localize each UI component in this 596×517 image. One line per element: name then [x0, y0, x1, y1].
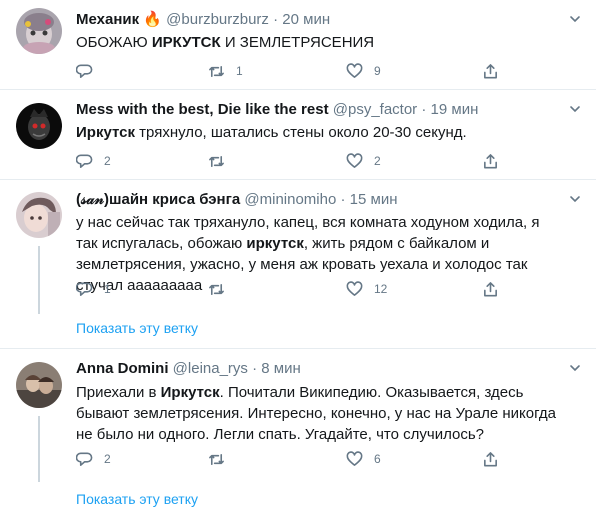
like-button[interactable]: 2: [346, 151, 381, 171]
share-button[interactable]: [482, 151, 499, 171]
like-button[interactable]: 6: [346, 449, 381, 469]
fire-emoji-icon: 🔥: [143, 11, 162, 28]
separator: ·: [340, 191, 346, 208]
avatar[interactable]: [16, 103, 62, 149]
share-icon: [484, 153, 497, 168]
reply-icon: [76, 282, 93, 296]
retweet-icon: [209, 453, 224, 465]
tweet-actions: 1 9: [76, 61, 516, 81]
avatar[interactable]: [16, 192, 62, 238]
heart-icon: [346, 62, 363, 78]
reply-button[interactable]: 2: [76, 151, 111, 171]
chevron-down-icon[interactable]: [568, 102, 582, 116]
share-icon: [484, 63, 497, 78]
tweet-text: Приехали в Иркутск. Почитали Википедию. …: [76, 382, 566, 445]
handle[interactable]: @psy_factor: [333, 101, 417, 118]
tweet[interactable]: Mess with the best, Die like the rest @p…: [0, 90, 596, 180]
timestamp[interactable]: 19 мин: [431, 101, 479, 118]
tweet-header: Механик 🔥 @burzburzburz · 20 мин: [76, 11, 330, 29]
text-run: Приехали в: [76, 384, 161, 401]
handle[interactable]: @leina_rys: [173, 360, 248, 377]
tweet-header: Anna Domini @leina_rys · 8 мин: [76, 360, 301, 378]
share-icon: [484, 451, 497, 466]
chevron-down-icon[interactable]: [568, 192, 582, 206]
retweet-button[interactable]: 1: [208, 61, 243, 81]
display-name[interactable]: Mess with the best, Die like the rest: [76, 101, 329, 118]
share-button[interactable]: [482, 279, 499, 299]
reply-icon: [76, 154, 93, 168]
tweet[interactable]: (𝓈𝒶𝓃)шайн криса бэнга @mininomiho · 15 м…: [0, 180, 596, 349]
tweet-header: Mess with the best, Die like the rest @p…: [76, 101, 478, 119]
show-thread-link[interactable]: Показать эту ветку: [76, 491, 198, 507]
show-thread-link[interactable]: Показать эту ветку: [76, 320, 198, 336]
like-count: 6: [374, 452, 381, 466]
heart-icon: [346, 280, 363, 296]
display-name[interactable]: Механик: [76, 11, 139, 28]
handle[interactable]: @burzburzburz: [166, 11, 269, 28]
reply-button[interactable]: [76, 61, 104, 81]
retweet-button[interactable]: [208, 449, 236, 469]
chevron-down-icon[interactable]: [568, 12, 582, 26]
separator: ·: [273, 11, 279, 28]
share-button[interactable]: [482, 449, 499, 469]
retweet-count: 1: [236, 64, 243, 78]
like-count: 12: [374, 282, 388, 296]
reply-icon: [76, 64, 93, 78]
tweet-actions: 2 6: [76, 449, 516, 469]
heart-icon: [346, 152, 363, 168]
like-count: 2: [374, 154, 381, 168]
chevron-down-icon[interactable]: [568, 361, 582, 375]
display-name[interactable]: (𝓈𝒶𝓃)шайн криса бэнга: [76, 191, 240, 208]
text-run: ОБОЖАЮ: [76, 34, 152, 51]
handle[interactable]: @mininomiho: [244, 191, 336, 208]
reply-count: 2: [104, 154, 111, 168]
keyword-highlight: ИРКУТСК: [151, 34, 221, 51]
tweet[interactable]: Механик 🔥 @burzburzburz · 20 мин ОБОЖАЮ …: [0, 0, 596, 90]
timestamp[interactable]: 20 мин: [282, 11, 330, 28]
reply-button[interactable]: 1: [76, 279, 111, 299]
text-run: И ЗЕМЛЕТРЯСЕНИЯ: [220, 34, 375, 51]
tweet-text: Иркутск тряхнуло, шатались стены около 2…: [76, 122, 576, 143]
avatar[interactable]: [16, 362, 62, 408]
separator: ·: [421, 101, 427, 118]
reply-count: 1: [104, 282, 111, 296]
timestamp[interactable]: 8 мин: [261, 360, 301, 377]
keyword-highlight: иркутск: [246, 235, 304, 252]
retweet-icon: [209, 155, 224, 167]
keyword-highlight: Иркутск: [160, 384, 220, 401]
share-icon: [484, 281, 497, 296]
separator: ·: [252, 360, 258, 377]
thread-line: [38, 416, 40, 482]
tweet[interactable]: Anna Domini @leina_rys · 8 мин Приехали …: [0, 349, 596, 517]
tweet-text: ОБОЖАЮ ИРКУТСК И ЗЕМЛЕТРЯСЕНИЯ: [76, 32, 576, 53]
thread-line: [38, 246, 40, 314]
heart-icon: [346, 450, 363, 466]
tweet-actions: 1 12: [76, 279, 516, 299]
keyword-highlight: Иркутск: [76, 124, 135, 141]
display-name[interactable]: Anna Domini: [76, 360, 169, 377]
retweet-icon: [209, 65, 224, 77]
like-button[interactable]: 12: [346, 279, 387, 299]
tweet-header: (𝓈𝒶𝓃)шайн криса бэнга @mininomiho · 15 м…: [76, 191, 398, 209]
avatar[interactable]: [16, 8, 62, 54]
retweet-icon: [209, 283, 224, 295]
like-button[interactable]: 9: [346, 61, 381, 81]
reply-count: 2: [104, 452, 111, 466]
retweet-button[interactable]: [208, 151, 236, 171]
reply-button[interactable]: 2: [76, 449, 111, 469]
reply-icon: [76, 452, 93, 466]
text-run: тряхнуло, шатались стены около 20-30 сек…: [134, 124, 467, 141]
retweet-button[interactable]: [208, 279, 236, 299]
timestamp[interactable]: 15 мин: [350, 191, 398, 208]
like-count: 9: [374, 64, 381, 78]
share-button[interactable]: [482, 61, 499, 81]
tweet-actions: 2 2: [76, 151, 516, 171]
